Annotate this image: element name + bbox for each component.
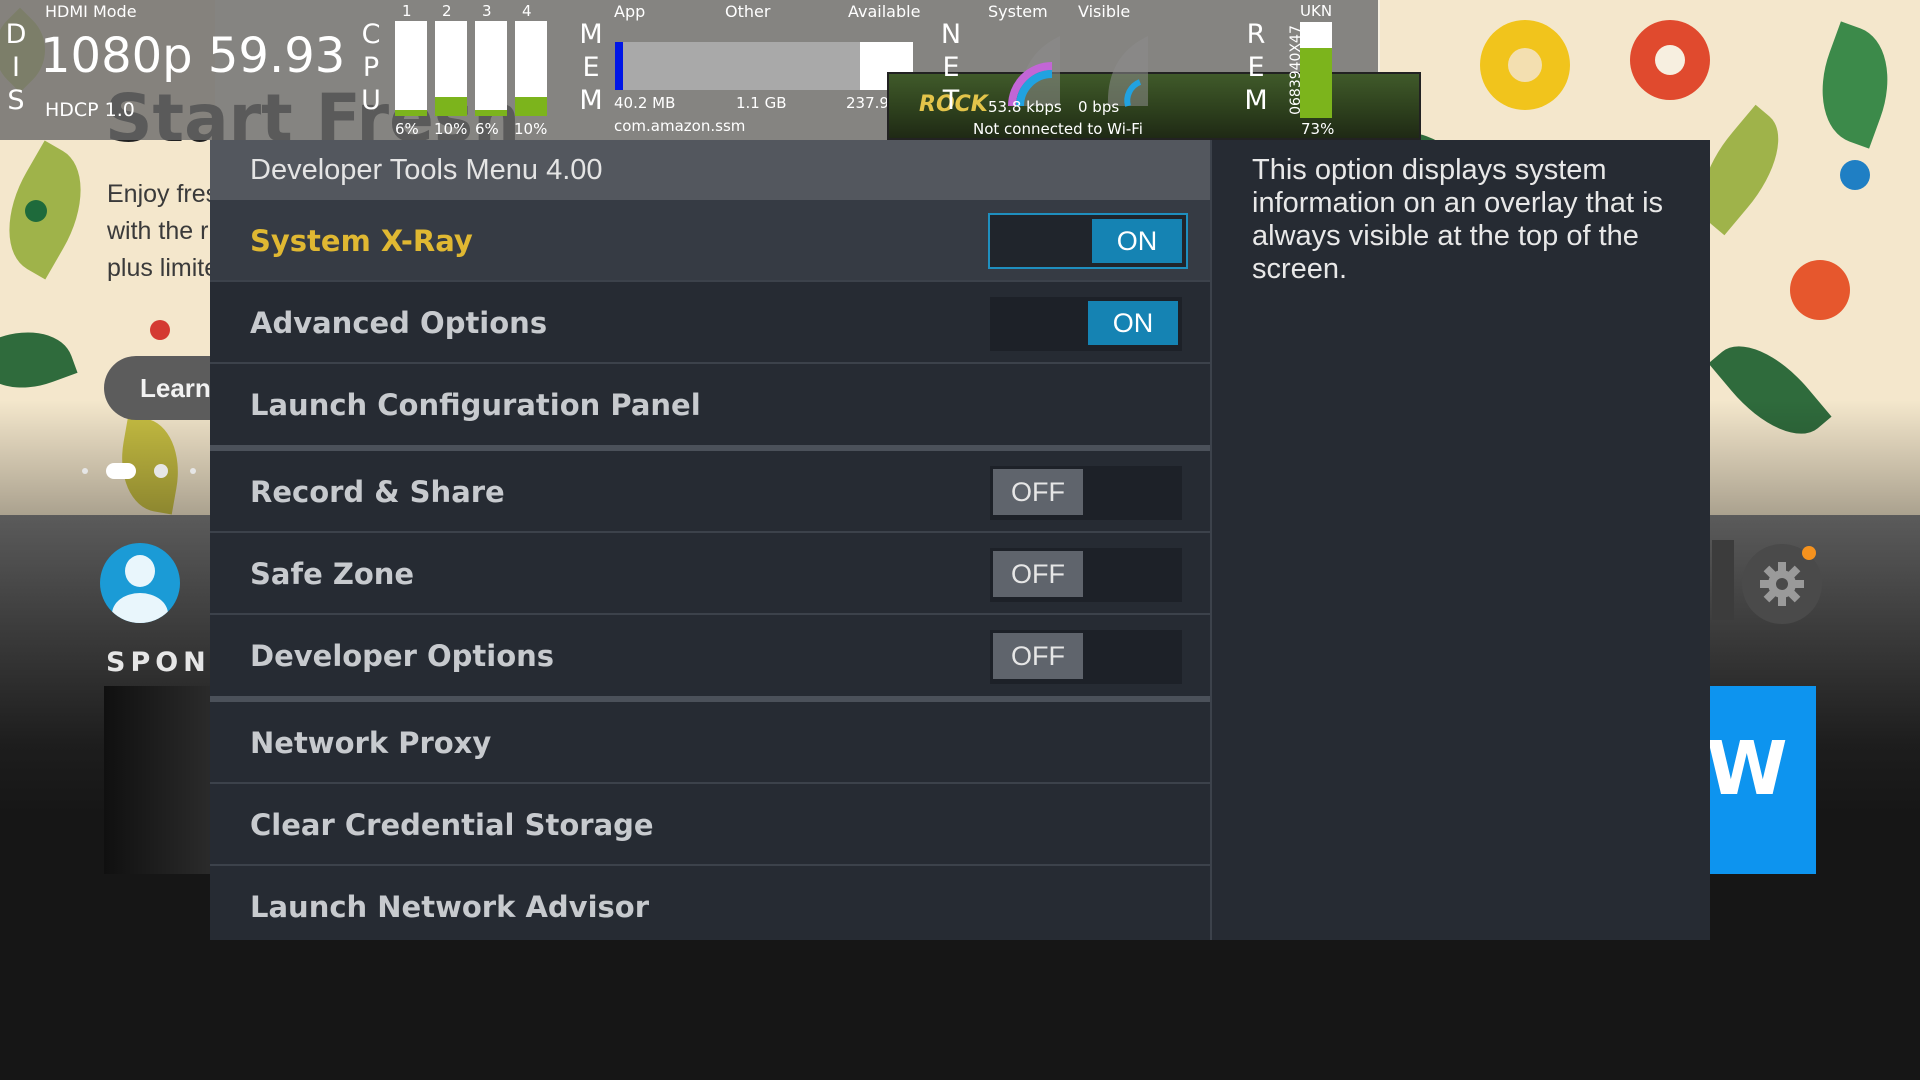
menu-item-clear-credential-storage[interactable]: Clear Credential Storage — [210, 784, 1210, 866]
toggle-state: OFF — [993, 469, 1083, 515]
net-letter: T — [942, 85, 960, 116]
developer-tools-menu: Developer Tools Menu 4.00 System X-Ray O… — [210, 140, 1210, 940]
cpu-core-label: 2 — [442, 2, 452, 20]
cpu-core-fill — [475, 110, 507, 116]
menu-item-label: Launch Network Advisor — [250, 890, 650, 924]
menu-item-label: System X-Ray — [250, 224, 473, 258]
toggle-state: OFF — [993, 551, 1083, 597]
profile-avatar-icon[interactable] — [100, 543, 180, 623]
developer-options-toggle[interactable]: OFF — [990, 630, 1182, 684]
net-letter: E — [942, 52, 960, 83]
record-share-toggle[interactable]: OFF — [990, 466, 1182, 520]
cpu-letter: U — [361, 85, 381, 116]
cpu-core-label: 4 — [522, 2, 532, 20]
wifi-status: Not connected to Wi-Fi — [973, 120, 1143, 138]
net-system-label: System — [988, 2, 1048, 21]
toggle-state: OFF — [993, 633, 1083, 679]
cpu-core-bar — [435, 21, 467, 116]
menu-item-network-proxy[interactable]: Network Proxy — [210, 702, 1210, 784]
cpu-core-fill — [435, 97, 467, 116]
safe-zone-toggle[interactable]: OFF — [990, 548, 1182, 602]
mem-letter: E — [582, 52, 600, 83]
hero-text-line: plus limite — [107, 254, 219, 282]
net-visible-rate: 0 bps — [1078, 98, 1120, 116]
menu-item-label: Developer Options — [250, 639, 555, 673]
foreground-process: com.amazon.ssm — [614, 117, 746, 135]
carousel-dot[interactable] — [190, 468, 196, 474]
menu-item-record-share[interactable]: Record & Share OFF — [210, 451, 1210, 533]
cpu-core-bar — [475, 21, 507, 116]
system-xray-overlay: D I S HDMI Mode 1080p 59.93 HDCP 1.0 C P… — [0, 0, 1421, 140]
carousel-dot-active[interactable] — [106, 463, 136, 479]
menu-item-launch-network-advisor[interactable]: Launch Network Advisor — [210, 866, 1210, 948]
dis-letter: D — [5, 19, 27, 50]
menu-item-label: Launch Configuration Panel — [250, 388, 701, 422]
mem-letter: M — [579, 19, 603, 50]
menu-item-system-xray[interactable]: System X-Ray ON — [210, 200, 1210, 282]
menu-item-label: Network Proxy — [250, 726, 492, 760]
rem-letter: E — [1247, 52, 1265, 83]
notification-badge — [1802, 546, 1816, 560]
menu-item-label: Safe Zone — [250, 557, 415, 591]
net-system-rate: 53.8 kbps — [988, 98, 1062, 116]
mem-app-label: App — [614, 2, 646, 21]
hero-text-line: with the r — [107, 217, 209, 245]
toggle-state: ON — [1092, 219, 1182, 263]
hdmi-mode-label: HDMI Mode — [45, 2, 137, 21]
cpu-core-fill — [515, 97, 547, 116]
rem-letter: R — [1246, 19, 1266, 50]
dis-letter: S — [7, 85, 25, 116]
mem-letter: M — [579, 85, 603, 116]
cpu-core-label: 1 — [402, 2, 412, 20]
memory-app-segment — [615, 42, 623, 90]
cpu-core-fill — [395, 110, 427, 116]
menu-item-label: Advanced Options — [250, 306, 548, 340]
menu-item-launch-configuration-panel[interactable]: Launch Configuration Panel — [210, 364, 1210, 446]
net-letter: N — [940, 19, 962, 50]
option-description-panel: This option displays system information … — [1210, 140, 1710, 940]
menu-title: Developer Tools Menu 4.00 — [210, 140, 1210, 200]
remote-battery-bar — [1300, 22, 1332, 118]
hdcp-version: HDCP 1.0 — [45, 99, 135, 121]
hero-text-line: Enjoy fres — [107, 180, 219, 208]
mem-other-value: 1.1 GB — [736, 94, 787, 112]
dis-letter: I — [12, 52, 20, 83]
cpu-core-value: 6% — [395, 120, 419, 138]
featured-app-tile[interactable]: W — [1708, 686, 1816, 874]
featured-tile-text: W — [1708, 726, 1788, 812]
cpu-core-bar — [395, 21, 427, 116]
cpu-core-value: 6% — [475, 120, 499, 138]
menu-item-label: Clear Credential Storage — [250, 808, 654, 842]
cpu-core-bar — [515, 21, 547, 116]
cpu-letter: C — [361, 19, 381, 50]
cpu-core-value: 10% — [434, 120, 468, 138]
menu-item-developer-options[interactable]: Developer Options OFF — [210, 615, 1210, 697]
remote-type-label: UKN — [1300, 2, 1333, 20]
option-description-text: This option displays system information … — [1252, 154, 1664, 285]
cpu-core-label: 3 — [482, 2, 492, 20]
mem-other-label: Other — [725, 2, 771, 21]
carousel-dot[interactable] — [154, 464, 168, 478]
app-tile-edge[interactable] — [1712, 540, 1734, 620]
remote-battery-value: 73% — [1301, 120, 1335, 138]
cpu-letter: P — [362, 52, 380, 83]
remote-battery-fill — [1300, 47, 1332, 118]
carousel-dot[interactable] — [82, 468, 88, 474]
menu-item-safe-zone[interactable]: Safe Zone OFF — [210, 533, 1210, 615]
cpu-core-value: 10% — [514, 120, 548, 138]
advanced-options-toggle[interactable]: ON — [990, 297, 1182, 351]
sponsored-tile[interactable] — [104, 686, 224, 874]
mem-app-value: 40.2 MB — [614, 94, 676, 112]
rem-letter: M — [1244, 85, 1268, 116]
mem-available-label: Available — [848, 2, 921, 21]
display-resolution: 1080p 59.93 — [40, 28, 346, 84]
menu-item-advanced-options[interactable]: Advanced Options ON — [210, 282, 1210, 364]
menu-item-label: Record & Share — [250, 475, 505, 509]
toggle-state: ON — [1088, 301, 1178, 345]
net-visible-label: Visible — [1078, 2, 1131, 21]
system-xray-toggle[interactable]: ON — [988, 213, 1188, 269]
